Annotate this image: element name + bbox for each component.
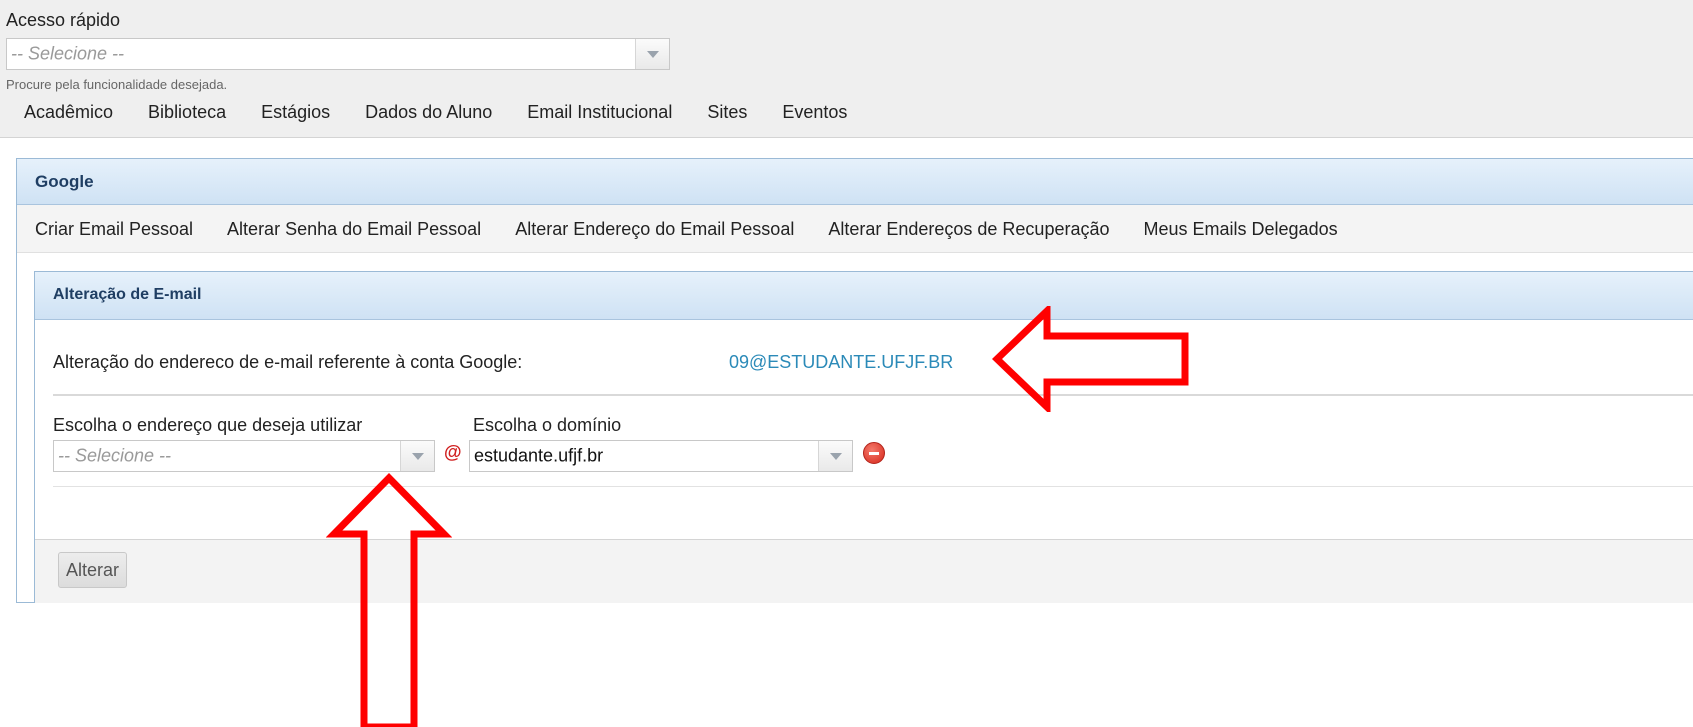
- email-change-form: Alteração de E-mail Alteração do enderec…: [34, 271, 1693, 603]
- tab-alterar-endereco[interactable]: Alterar Endereço do Email Pessoal: [515, 219, 794, 240]
- tab-alterar-senha[interactable]: Alterar Senha do Email Pessoal: [227, 219, 481, 240]
- domain-select-value: estudante.ufjf.br: [474, 445, 604, 466]
- address-label: Escolha o endereço que deseja utilizar: [53, 415, 363, 435]
- domain-select[interactable]: estudante.ufjf.br: [469, 440, 853, 472]
- quick-access-select-value: -- Selecione --: [11, 43, 125, 64]
- tab-criar-email[interactable]: Criar Email Pessoal: [35, 219, 193, 240]
- google-panel: Google Criar Email Pessoal Alterar Senha…: [16, 158, 1693, 603]
- nav-item-sites[interactable]: Sites: [707, 102, 747, 123]
- google-panel-header: Google: [17, 159, 1693, 205]
- nav-item-estagios[interactable]: Estágios: [261, 102, 330, 123]
- form-title: Alteração de E-mail: [53, 286, 202, 303]
- domain-dropdown-button[interactable]: [818, 441, 852, 471]
- nav-item-biblioteca[interactable]: Biblioteca: [148, 102, 226, 123]
- form-footer: Alterar: [35, 539, 1693, 603]
- form-header: Alteração de E-mail: [35, 272, 1693, 320]
- red-arrow-annotation-left: [992, 306, 1189, 412]
- red-arrow-annotation-up: [326, 473, 452, 727]
- quick-access-help: Procure pela funcionalidade desejada.: [6, 77, 228, 92]
- address-select[interactable]: -- Selecione --: [53, 440, 435, 472]
- nav-item-dados-aluno[interactable]: Dados do Aluno: [365, 102, 492, 123]
- address-select-value: -- Selecione --: [58, 445, 172, 466]
- nav-item-email-institucional[interactable]: Email Institucional: [527, 102, 672, 123]
- address-dropdown-button[interactable]: [400, 441, 434, 471]
- chevron-down-icon: [829, 453, 842, 460]
- arrow-shape: [992, 306, 1189, 412]
- remove-icon[interactable]: [863, 442, 885, 464]
- current-email-label: Alteração do endereco de e-mail referent…: [53, 352, 523, 372]
- top-bar: Acesso rápido -- Selecione -- Procure pe…: [0, 0, 1693, 138]
- divider: [53, 394, 1693, 396]
- current-email-value: 09@ESTUDANTE.UFJF.BR: [729, 352, 954, 372]
- quick-access-dropdown-button[interactable]: [635, 39, 669, 69]
- main-nav: Acadêmico Biblioteca Estágios Dados do A…: [24, 102, 882, 123]
- divider: [53, 486, 1693, 487]
- google-panel-title: Google: [35, 172, 94, 191]
- quick-access-label: Acesso rápido: [6, 10, 121, 30]
- tab-emails-delegados[interactable]: Meus Emails Delegados: [1144, 219, 1338, 240]
- chevron-down-icon: [646, 51, 659, 58]
- tab-alterar-recuperacao[interactable]: Alterar Endereços de Recuperação: [828, 219, 1109, 240]
- quick-access-select[interactable]: -- Selecione --: [6, 38, 670, 70]
- google-subnav: Criar Email Pessoal Alterar Senha do Ema…: [17, 205, 1693, 253]
- at-sign: @: [444, 442, 462, 462]
- nav-item-academico[interactable]: Acadêmico: [24, 102, 113, 123]
- chevron-down-icon: [411, 453, 424, 460]
- arrow-shape: [326, 473, 452, 727]
- nav-item-eventos[interactable]: Eventos: [782, 102, 847, 123]
- domain-label: Escolha o domínio: [473, 415, 622, 435]
- alterar-button[interactable]: Alterar: [58, 552, 128, 588]
